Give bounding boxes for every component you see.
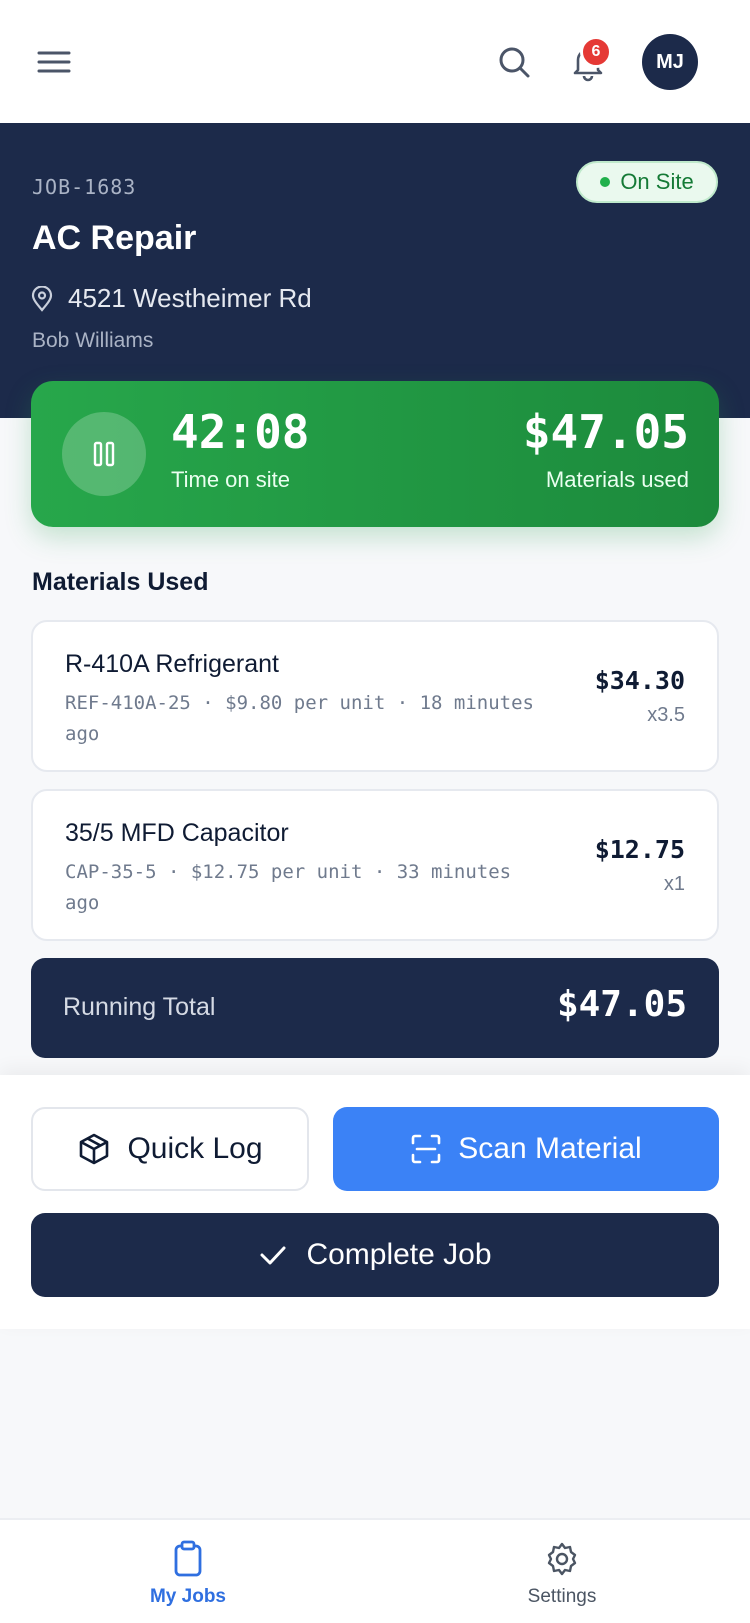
complete-job-label: Complete Job <box>306 1238 492 1271</box>
location-pin-icon <box>31 285 53 312</box>
box-icon <box>80 1133 109 1165</box>
material-meta: REF-410A-25 · $9.80 per unit · 18 minute… <box>65 692 534 745</box>
pause-icon <box>93 441 115 467</box>
check-icon <box>260 1246 286 1265</box>
quick-log-label: Quick Log <box>127 1132 263 1165</box>
clipboard-icon <box>174 1540 202 1577</box>
materials-used-label: Materials used <box>545 467 689 492</box>
bottom-nav: My Jobs Settings <box>0 1518 750 1623</box>
running-total-label: Running Total <box>63 993 216 1021</box>
material-quantity: x3.5 <box>647 704 685 726</box>
nav-settings-label: Settings <box>527 1586 597 1607</box>
scan-material-button[interactable]: Scan Material <box>333 1107 719 1191</box>
running-total-value: $47.05 <box>556 984 687 1025</box>
notification-badge: 6 <box>580 36 612 68</box>
time-on-site-value: 42:08 <box>171 405 310 459</box>
pause-button[interactable] <box>62 412 146 496</box>
address-row[interactable]: 4521 Westheimer Rd <box>30 283 312 314</box>
material-meta: CAP-35-5 · $12.75 per unit · 33 minutes … <box>65 861 512 914</box>
status-badge: On Site <box>576 161 718 203</box>
quick-log-button[interactable]: Quick Log <box>31 1107 309 1191</box>
time-on-site-label: Time on site <box>171 467 291 492</box>
gear-icon <box>547 1542 577 1576</box>
timer-card: 42:08 Time on site $47.05 Materials used <box>31 381 719 527</box>
complete-job-button[interactable]: Complete Job <box>31 1213 719 1297</box>
status-label: On Site <box>620 169 694 194</box>
search-icon <box>499 47 530 78</box>
status-dot <box>600 177 611 187</box>
client-name: Bob Williams <box>32 329 154 352</box>
nav-settings[interactable]: Settings <box>482 1540 642 1616</box>
nav-my-jobs-label: My Jobs <box>149 1586 227 1607</box>
material-name: R-410A Refrigerant <box>65 650 280 678</box>
material-item[interactable]: 35/5 MFD Capacitor CAP-35-5 · $12.75 per… <box>31 789 719 941</box>
running-total-bar: Running Total $47.05 <box>31 958 719 1058</box>
material-item[interactable]: R-410A Refrigerant REF-410A-25 · $9.80 p… <box>31 620 719 772</box>
scan-material-label: Scan Material <box>458 1132 642 1165</box>
top-bar: 6 MJ <box>0 0 750 123</box>
job-address: 4521 Westheimer Rd <box>68 283 312 313</box>
material-price: $34.30 <box>594 666 685 695</box>
action-panel: Quick Log Scan Material Complete Job <box>0 1075 750 1329</box>
materials-section-title: Materials Used <box>32 568 209 596</box>
job-header: JOB-1683 On Site AC Repair 4521 Westheim… <box>0 123 750 418</box>
search-button[interactable] <box>496 44 532 80</box>
menu-button[interactable] <box>36 44 72 80</box>
material-quantity: x1 <box>663 873 685 895</box>
material-name: 35/5 MFD Capacitor <box>65 819 289 847</box>
scan-icon <box>411 1134 441 1164</box>
nav-my-jobs[interactable]: My Jobs <box>108 1540 268 1616</box>
job-title: AC Repair <box>32 219 197 257</box>
job-id: JOB-1683 <box>32 175 137 199</box>
material-price: $12.75 <box>594 835 685 864</box>
materials-used-value: $47.05 <box>522 405 689 459</box>
menu-icon <box>37 51 71 73</box>
avatar[interactable]: MJ <box>642 34 698 90</box>
